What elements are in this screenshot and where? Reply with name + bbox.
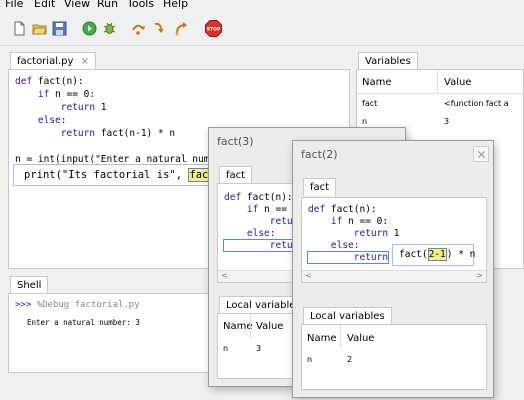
- column-divider: [340, 325, 341, 349]
- code-line-4: else:: [308, 240, 360, 251]
- frame-code: def fact(n): if n == 0: return 1 else: r…: [301, 197, 487, 283]
- tab-fact[interactable]: fact: [303, 178, 337, 196]
- tab-label: factorial.py: [17, 56, 74, 67]
- open-folder-icon[interactable]: [32, 21, 47, 36]
- shell-tab-label: Shell: [17, 280, 42, 291]
- scroll-right-icon[interactable]: >: [476, 271, 483, 280]
- code-line-2: if n == 0:: [308, 216, 389, 227]
- column-divider: [437, 70, 438, 94]
- code-line-3: return 1: [308, 228, 400, 239]
- code-line-1: def fact(n):: [308, 204, 377, 215]
- stop-label: STOP: [207, 27, 221, 33]
- tab-close-icon[interactable]: ×: [81, 56, 89, 67]
- tab-fact[interactable]: fact: [219, 166, 253, 184]
- menu-edit[interactable]: Edit: [34, 0, 55, 10]
- step-out-icon[interactable]: [173, 21, 188, 36]
- menu-bar: File Edit View Run Tools Help: [0, 0, 524, 10]
- variables-col-name[interactable]: Name: [362, 77, 392, 88]
- menu-tools[interactable]: Tools: [127, 0, 154, 10]
- scroll-left-icon[interactable]: <: [221, 271, 228, 280]
- local-value: 3: [256, 344, 262, 353]
- menu-run[interactable]: Run: [97, 0, 118, 10]
- tab-local-variables[interactable]: Local variables: [303, 307, 392, 325]
- frame-tab-label: fact: [226, 170, 246, 181]
- run-icon[interactable]: [82, 21, 97, 36]
- local-name: n: [307, 355, 313, 364]
- code-line-3: return 1: [15, 102, 107, 113]
- code-line-4: else:: [15, 115, 67, 126]
- code-line-4: else:: [224, 228, 276, 239]
- var-value: 3: [444, 117, 450, 126]
- code-line-1: def fact(n):: [15, 76, 84, 87]
- save-icon[interactable]: [52, 21, 67, 36]
- locals-tab-label: Local variables: [310, 311, 385, 322]
- variables-header: Name Value: [357, 70, 524, 94]
- frame-title: fact(3): [217, 135, 254, 148]
- column-divider: [250, 314, 251, 338]
- var-name: fact: [362, 99, 378, 108]
- new-file-icon[interactable]: [12, 21, 27, 36]
- horizontal-scrollbar[interactable]: < >: [302, 270, 486, 282]
- tab-shell[interactable]: Shell: [10, 276, 49, 294]
- step-into-icon[interactable]: [152, 21, 167, 36]
- var-name: n: [362, 117, 368, 126]
- current-expression: fact(2-1) * n: [392, 244, 476, 266]
- tab-variables[interactable]: Variables: [358, 52, 418, 70]
- variables-col-value[interactable]: Value: [444, 77, 471, 88]
- locals-col-name[interactable]: Name: [223, 321, 253, 332]
- code-line-5: return fact(n-1) * n: [15, 128, 176, 139]
- menu-help[interactable]: Help: [163, 0, 188, 10]
- locals-col-name[interactable]: Name: [307, 333, 337, 344]
- menu-view[interactable]: View: [64, 0, 90, 10]
- close-icon[interactable]: [473, 146, 489, 162]
- local-value: 2: [347, 355, 353, 364]
- code-line-5: return: [306, 251, 390, 264]
- toolbar: STOP: [0, 10, 524, 46]
- current-subexpression: 2-1: [427, 248, 447, 261]
- stop-icon[interactable]: STOP: [205, 20, 222, 37]
- menu-file[interactable]: File: [5, 0, 23, 10]
- code-line-3: retu: [224, 216, 293, 227]
- code-line-2: if n == 0: [224, 204, 299, 215]
- code-line-2: if n == 0:: [15, 89, 96, 100]
- tab-factorial-py[interactable]: factorial.py ×: [10, 52, 97, 70]
- step-over-icon[interactable]: [131, 21, 146, 36]
- code-line-5: retur: [222, 239, 300, 252]
- code-line-1: def fact(n):: [224, 192, 293, 203]
- debug-icon[interactable]: [102, 21, 117, 36]
- shell-output: Enter a natural number: 3: [27, 318, 140, 327]
- frame-window-fact2[interactable]: fact(2) fact def fact(n): if n == 0: ret…: [292, 140, 494, 398]
- current-statement: print("Its factorial is", fact(3)): [13, 164, 241, 186]
- locals-col-value[interactable]: Value: [347, 333, 374, 344]
- locals-tab-label: Local variables: [226, 300, 301, 311]
- var-value: <function fact a: [444, 99, 509, 108]
- shell-command-line: >>> %Debug factorial.py: [15, 300, 140, 310]
- locals-pane: Name Value n 2: [301, 324, 487, 390]
- frame-title: fact(2): [301, 148, 338, 161]
- current-expression-code: fact(2-1) * n: [399, 248, 476, 261]
- scroll-left-icon[interactable]: <: [305, 271, 312, 280]
- local-name: n: [223, 344, 229, 353]
- locals-col-value[interactable]: Value: [256, 321, 283, 332]
- variables-tab-label: Variables: [365, 56, 411, 67]
- frame-tab-label: fact: [310, 182, 330, 193]
